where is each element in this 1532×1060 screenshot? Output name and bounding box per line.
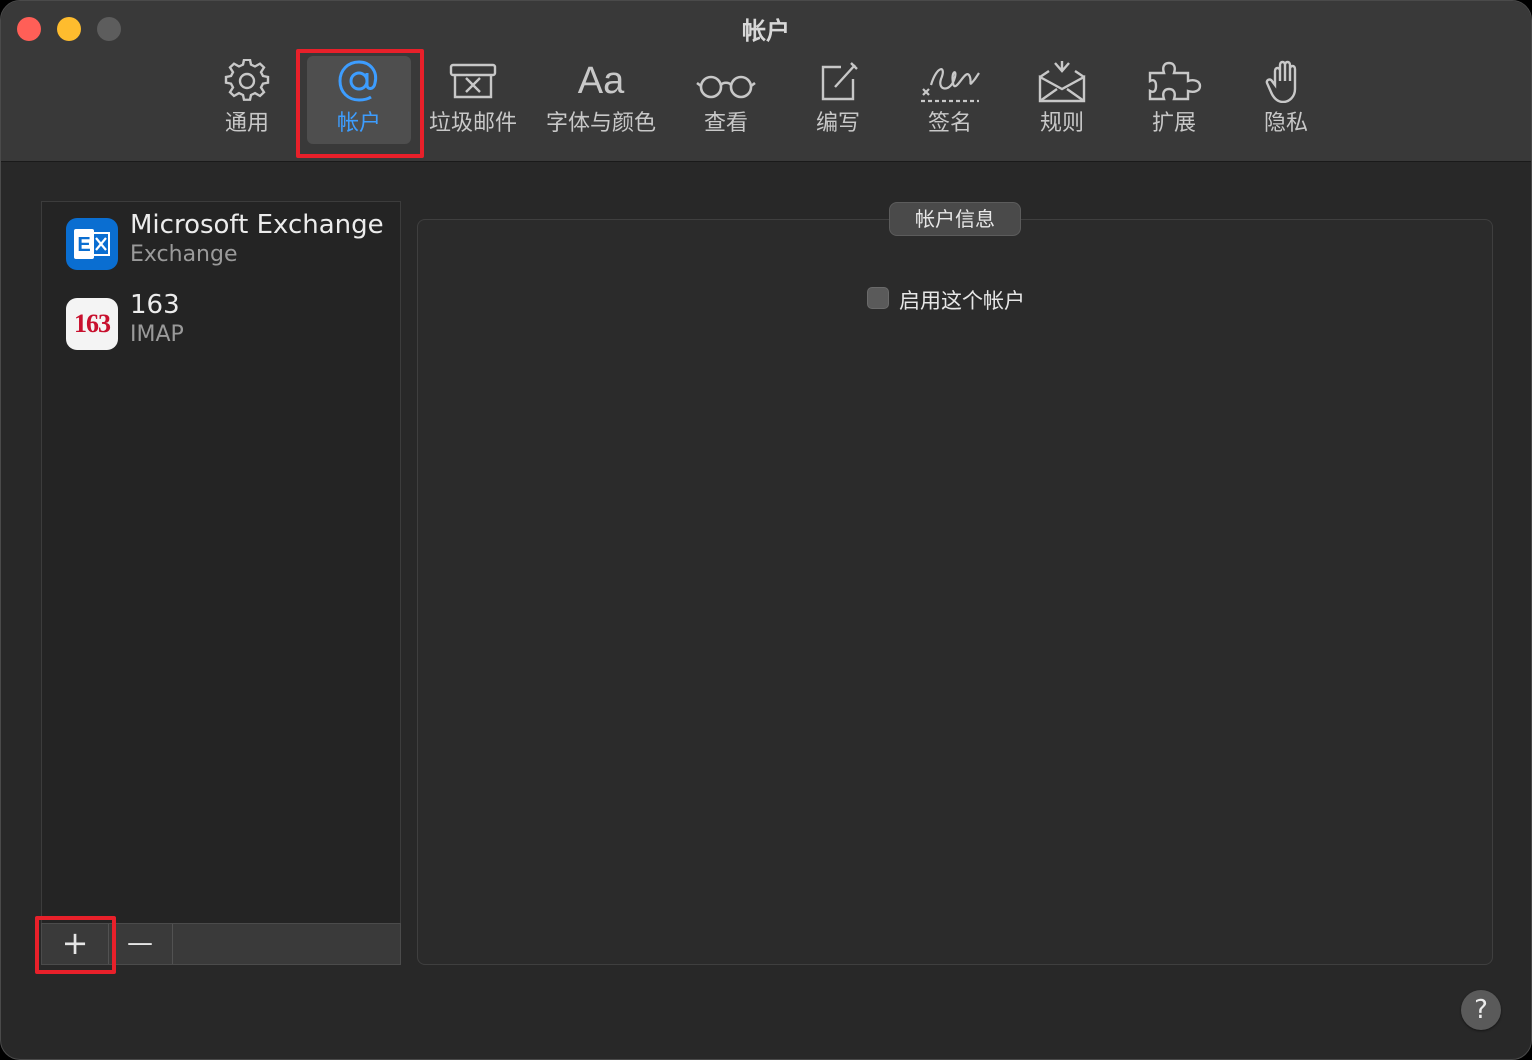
tab-label: 垃圾邮件 xyxy=(428,111,517,136)
account-list-toolbar: + — xyxy=(41,923,401,965)
window-title: 帐户 xyxy=(742,17,790,45)
add-account-button[interactable]: + xyxy=(42,924,109,964)
tab-label: 通用 xyxy=(224,111,269,136)
signature-icon xyxy=(921,68,980,103)
puzzle-icon xyxy=(1148,61,1202,101)
gear-icon xyxy=(224,59,270,101)
tab-privacy[interactable]: 隐私 xyxy=(1253,59,1319,149)
netease-163-logo-text: 163 xyxy=(74,309,111,338)
junk-tray-icon xyxy=(449,63,497,99)
account-name: Microsoft Exchange xyxy=(130,210,384,240)
account-type: IMAP xyxy=(130,322,184,347)
account-name: 163 xyxy=(130,290,180,320)
preferences-window: 帐户 通用 帐户 垃圾邮件 Aa 字体与颜色 查看 编写 签名 规则 扩展 隐私… xyxy=(0,0,1532,1060)
exchange-icon: E xyxy=(66,218,118,270)
tab-label: 字体与颜色 xyxy=(545,111,656,136)
hand-icon xyxy=(1265,60,1297,103)
tab-fonts-colors[interactable]: Aa 字体与颜色 xyxy=(543,59,659,149)
enable-account-checkbox[interactable] xyxy=(867,287,889,309)
tab-junk-mail[interactable]: 垃圾邮件 xyxy=(425,59,521,149)
netease-163-icon: 163 xyxy=(66,298,118,350)
account-info-tab[interactable]: 帐户信息 xyxy=(889,202,1021,236)
tab-label: 查看 xyxy=(703,111,748,136)
tab-accounts[interactable]: 帐户 xyxy=(307,56,411,149)
svg-text:E: E xyxy=(77,234,90,256)
tab-label: 隐私 xyxy=(1263,111,1308,136)
fonts-icon: Aa xyxy=(577,60,625,102)
at-sign-icon xyxy=(338,60,378,102)
tab-label: 扩展 xyxy=(1151,111,1196,136)
enable-account-label: 启用这个帐户 xyxy=(899,289,1025,313)
tab-general[interactable]: 通用 xyxy=(211,59,283,149)
account-item-163[interactable]: 163 163 IMAP xyxy=(66,290,386,362)
tab-composing[interactable]: 编写 xyxy=(805,59,871,149)
titlebar: 帐户 通用 帐户 垃圾邮件 Aa 字体与颜色 查看 编写 签名 规则 扩展 隐私 xyxy=(1,1,1531,162)
tab-signatures[interactable]: 签名 xyxy=(917,59,983,149)
tab-label: 帐户 xyxy=(336,111,381,136)
tab-extensions[interactable]: 扩展 xyxy=(1141,59,1207,149)
account-info-panel xyxy=(417,219,1493,965)
glasses-icon xyxy=(696,75,756,99)
tab-label: 签名 xyxy=(927,111,972,136)
tab-label: 规则 xyxy=(1039,111,1084,136)
account-list[interactable]: E Microsoft Exchange Exchange 163 163 IM… xyxy=(41,201,401,924)
compose-icon xyxy=(821,62,858,101)
rules-envelope-icon xyxy=(1038,61,1086,103)
account-type: Exchange xyxy=(130,242,238,267)
help-button[interactable]: ? xyxy=(1461,990,1501,1030)
tab-label: 编写 xyxy=(815,111,860,136)
tab-viewing[interactable]: 查看 xyxy=(693,59,759,149)
remove-account-button[interactable]: — xyxy=(108,924,173,964)
tab-rules[interactable]: 规则 xyxy=(1029,59,1095,149)
account-item-exchange[interactable]: E Microsoft Exchange Exchange xyxy=(66,210,386,282)
